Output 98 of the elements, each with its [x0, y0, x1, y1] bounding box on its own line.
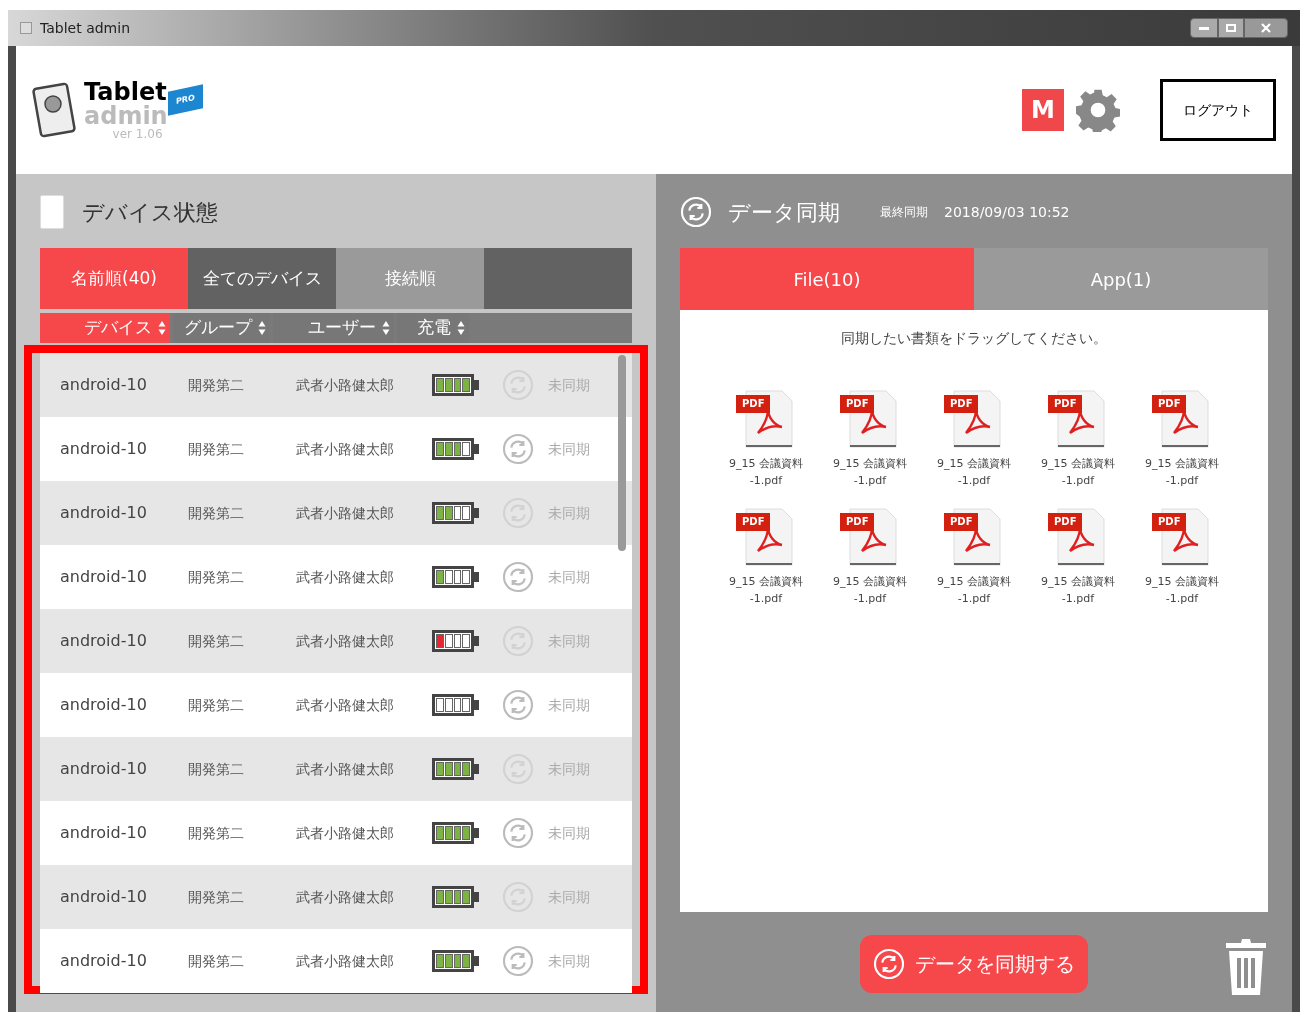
battery-icon: [432, 502, 480, 524]
last-sync-label: 最終同期: [880, 204, 928, 221]
sync-icon: [502, 561, 534, 593]
sync-status: 未同期: [548, 951, 590, 971]
user-name: 武者小路健太郎: [296, 439, 395, 459]
close-icon: [1261, 23, 1271, 33]
file-name: 9_15 会議資料 -1.pdf: [729, 574, 803, 607]
sort-icon: [158, 320, 166, 336]
device-row[interactable]: android-10 開発第二 武者小路健太郎 未同期: [40, 673, 632, 737]
sync-icon: [502, 689, 534, 721]
device-row[interactable]: android-10 開発第二 武者小路健太郎 未同期: [40, 801, 632, 865]
group-name: 開発第二: [188, 823, 245, 843]
window-icon: [20, 22, 32, 34]
logout-button[interactable]: ログアウト: [1160, 79, 1276, 141]
sort-tab[interactable]: 名前順(40): [40, 248, 188, 309]
user-name: 武者小路健太郎: [296, 887, 395, 907]
device-name: android-10: [60, 374, 148, 396]
trash-icon[interactable]: [1224, 938, 1268, 996]
battery-icon: [432, 822, 480, 844]
last-sync-time: 2018/09/03 10:52: [944, 202, 1070, 222]
group-name: 開発第二: [188, 695, 245, 715]
sync-tab[interactable]: File(10): [680, 248, 974, 310]
user-name: 武者小路健太郎: [296, 823, 395, 843]
file-name: 9_15 会議資料 -1.pdf: [1041, 456, 1115, 489]
user-name: 武者小路健太郎: [296, 567, 395, 587]
panel-title: データ同期: [728, 198, 840, 227]
group-name: 開発第二: [188, 567, 245, 587]
file-name: 9_15 会議資料 -1.pdf: [937, 574, 1011, 607]
device-name: android-10: [60, 822, 148, 844]
group-name: 開発第二: [188, 375, 245, 395]
file-name: 9_15 会議資料 -1.pdf: [1145, 574, 1219, 607]
sync-icon: [502, 945, 534, 977]
logo-title: Tablet: [84, 80, 168, 104]
sort-tab[interactable]: 接続順: [336, 248, 484, 309]
sort-icon: [382, 320, 390, 336]
battery-icon: [432, 758, 480, 780]
version-label: ver 1.06: [112, 128, 163, 140]
user-name: 武者小路健太郎: [296, 951, 395, 971]
sync-status: 未同期: [548, 695, 590, 715]
device-name: android-10: [60, 630, 148, 652]
logo-subtitle: admin: [84, 104, 168, 128]
device-name: android-10: [60, 886, 148, 908]
sort-icon: [258, 320, 266, 336]
close-button[interactable]: [1244, 18, 1288, 38]
file-name: 9_15 会議資料 -1.pdf: [1145, 456, 1219, 489]
user-name: 武者小路健太郎: [296, 631, 395, 651]
group-name: 開発第二: [188, 887, 245, 907]
pro-badge: PRO: [167, 84, 203, 116]
drop-hint: 同期したい書類をドラッグしてください。: [841, 329, 1107, 348]
group-name: 開発第二: [188, 631, 245, 651]
battery-icon: [432, 438, 480, 460]
battery-icon: [432, 566, 480, 588]
battery-icon: [432, 950, 480, 972]
battery-icon: [432, 630, 480, 652]
file-name: 9_15 会議資料 -1.pdf: [729, 456, 803, 489]
file-name: 9_15 会議資料 -1.pdf: [1041, 574, 1115, 607]
user-badge[interactable]: M: [1022, 89, 1064, 131]
device-row[interactable]: android-10 開発第二 武者小路健太郎 未同期: [40, 929, 632, 993]
device-name: android-10: [60, 502, 148, 524]
sync-status: 未同期: [548, 823, 590, 843]
file-drop-area[interactable]: [680, 310, 1268, 912]
settings-icon[interactable]: [1076, 88, 1120, 132]
user-name: 武者小路健太郎: [296, 503, 395, 523]
device-name: android-10: [60, 566, 148, 588]
sort-icon: [457, 320, 465, 336]
device-name: android-10: [60, 694, 148, 716]
battery-icon: [432, 374, 480, 396]
maximize-button[interactable]: [1218, 18, 1244, 38]
sync-status: 未同期: [548, 567, 590, 587]
device-name: android-10: [60, 950, 148, 972]
group-name: 開発第二: [188, 503, 245, 523]
window-title: Tablet admin: [40, 18, 130, 38]
device-row[interactable]: android-10 開発第二 武者小路健太郎 未同期: [40, 417, 632, 481]
battery-icon: [432, 694, 480, 716]
file-name: 9_15 会議資料 -1.pdf: [937, 456, 1011, 489]
sync-icon: [873, 948, 905, 980]
minimize-button[interactable]: [1190, 18, 1218, 38]
device-row[interactable]: android-10 開発第二 武者小路健太郎 未同期: [40, 545, 632, 609]
sync-tab[interactable]: App(1): [974, 248, 1268, 310]
file-name: 9_15 会議資料 -1.pdf: [833, 456, 907, 489]
user-name: 武者小路健太郎: [296, 375, 395, 395]
device-name: android-10: [60, 438, 148, 460]
tablet-icon: [40, 195, 64, 229]
group-name: 開発第二: [188, 439, 245, 459]
sync-icon: [502, 817, 534, 849]
panel-title: デバイス状態: [82, 198, 218, 227]
group-name: 開発第二: [188, 951, 245, 971]
device-name: android-10: [60, 758, 148, 780]
column-header[interactable]: デバイス: [40, 313, 170, 343]
sync-icon: [502, 433, 534, 465]
sync-status: 未同期: [548, 439, 590, 459]
battery-icon: [432, 886, 480, 908]
group-name: 開発第二: [188, 759, 245, 779]
file-name: 9_15 会議資料 -1.pdf: [833, 574, 907, 607]
user-name: 武者小路健太郎: [296, 759, 395, 779]
sync-icon: [680, 196, 712, 228]
sync-data-button[interactable]: データを同期する: [860, 935, 1088, 993]
user-name: 武者小路健太郎: [296, 695, 395, 715]
